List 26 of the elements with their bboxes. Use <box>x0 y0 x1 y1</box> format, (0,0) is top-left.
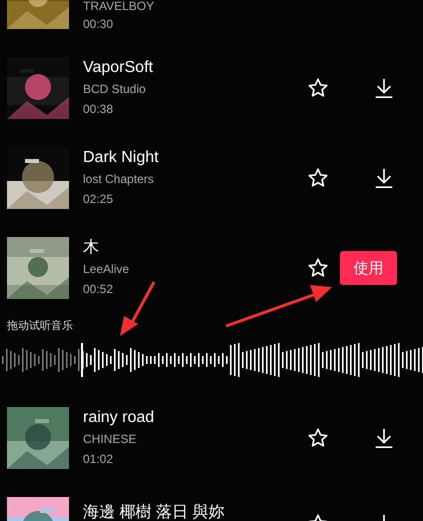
artist-name: LeeAlive <box>83 261 130 278</box>
artist-name: BCD Studio <box>83 81 147 98</box>
track-title: rainy road <box>83 408 156 428</box>
track-duration: 00:38 <box>83 101 114 118</box>
track-duration: 00:52 <box>83 281 114 298</box>
preview-hint: 拖动试听音乐 <box>7 319 74 333</box>
artist-name: TRAVELBOY <box>83 0 156 15</box>
waveform[interactable] <box>0 343 423 377</box>
arrow-icon <box>224 284 334 329</box>
use-button[interactable]: 使用 <box>340 251 397 285</box>
star-icon[interactable] <box>307 167 329 189</box>
track-title: 海邊 椰樹 落日 與妳 <box>83 503 226 521</box>
star-icon[interactable] <box>307 257 329 279</box>
track-duration: 01:02 <box>83 451 114 468</box>
artist-name: CHINESE <box>83 431 138 448</box>
track-title: 木 <box>83 238 100 258</box>
star-icon[interactable] <box>307 77 329 99</box>
track-title: VaporSoft <box>83 58 154 78</box>
track-title: Dark Night <box>83 148 160 168</box>
artist-name: lost Chapters <box>83 171 155 188</box>
download-icon[interactable] <box>373 77 395 99</box>
download-icon[interactable] <box>373 427 395 449</box>
download-icon[interactable] <box>373 167 395 189</box>
track-duration: 02:25 <box>83 191 114 208</box>
star-icon[interactable] <box>307 427 329 449</box>
track-duration: 00:30 <box>83 16 114 33</box>
